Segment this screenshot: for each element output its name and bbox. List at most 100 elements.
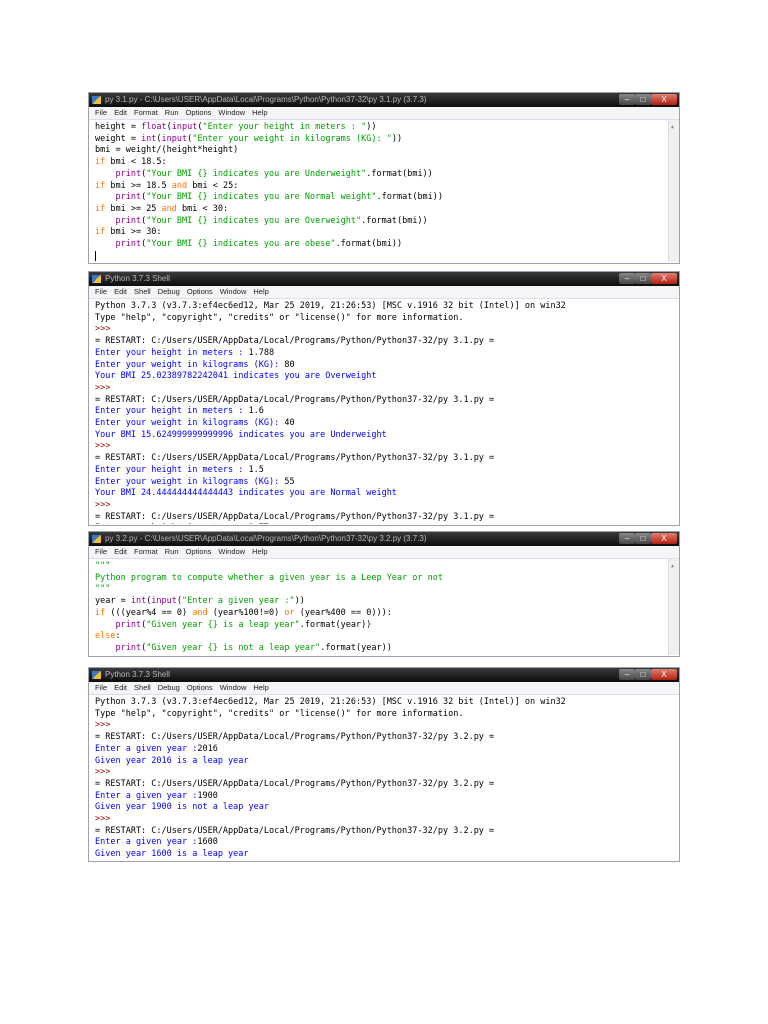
title-bar[interactable]: Python 3.7.3 Shell – □ X [89,668,679,682]
token: >>> [95,324,116,335]
menu-run[interactable]: Run [165,108,179,117]
close-button[interactable]: X [651,533,677,544]
menu-edit[interactable]: Edit [114,108,127,117]
token: Type "help", "copyright", "credits" or "… [95,708,464,719]
editor-window-bmi: py 3.1.py - C:\Users\USER\AppData\Local\… [88,92,680,264]
menu-edit[interactable]: Edit [114,547,127,556]
menu-file[interactable]: File [95,683,107,692]
shell-line: Given year 2016 is a leap year [95,756,679,768]
close-button[interactable]: X [651,94,677,105]
shell-line: Enter your height in meters : 1.6 [95,406,679,418]
token: else [95,631,116,642]
menu-window[interactable]: Window [220,287,247,296]
menu-help[interactable]: Help [253,683,268,692]
token: Enter your weight in kilograms (KG): [95,476,285,487]
code-line: """ [95,561,679,573]
shell-output[interactable]: Python 3.7.3 (v3.7.3:ef4ec6ed12, Mar 25 … [89,695,679,860]
menu-edit[interactable]: Edit [114,287,127,296]
shell-line: >>> [95,814,679,826]
menu-debug[interactable]: Debug [158,287,180,296]
menu-options[interactable]: Options [186,108,212,117]
token: bmi < 18.5: [105,157,167,168]
code-line: print("Your BMI {} indicates you are Und… [95,169,679,181]
python-idle-icon [92,275,101,283]
menu-shell[interactable]: Shell [134,683,151,692]
maximize-button[interactable]: □ [635,94,651,105]
shell-line: Your BMI 24.444444444444443 indicates yo… [95,488,679,500]
close-button[interactable]: X [651,669,677,680]
token: bmi < 25: [187,180,239,191]
menu-debug[interactable]: Debug [158,683,180,692]
maximize-button[interactable]: □ [635,669,651,680]
menu-help[interactable]: Help [252,108,267,117]
menu-window[interactable]: Window [220,683,247,692]
menu-format[interactable]: Format [134,108,158,117]
token: print [115,642,142,653]
token: print [115,239,142,250]
minimize-button[interactable]: – [619,273,635,284]
shell-line: = RESTART: C:/Users/USER/AppData/Local/P… [95,395,679,407]
title-bar[interactable]: py 3.2.py - C:\Users\USER\AppData\Local\… [89,532,679,546]
menu-options[interactable]: Options [186,547,212,556]
shell-line: >>> [95,441,679,453]
token: int [141,133,157,144]
close-button[interactable]: X [651,273,677,284]
menu-help[interactable]: Help [252,547,267,556]
token: >>> [95,767,116,778]
token: Your BMI 24.444444444444443 indicates yo… [95,488,397,499]
token: .format(bmi)) [361,215,428,226]
token: and [171,180,188,191]
token: Enter a given year : [95,790,198,801]
token: 2016 [197,743,218,754]
token: : [115,631,121,642]
title-bar[interactable]: Python 3.7.3 Shell – □ X [89,272,679,286]
vertical-scrollbar[interactable] [668,120,679,262]
window-title: py 3.1.py - C:\Users\USER\AppData\Local\… [105,95,427,104]
token: "Enter your height in meters : " [202,122,367,132]
shell-window-leap-year: Python 3.7.3 Shell – □ X File Edit Shell Deb… [88,667,680,862]
token: 40 [284,418,295,429]
vertical-scrollbar[interactable] [668,559,679,655]
menu-window[interactable]: Window [218,547,245,556]
window-title: py 3.2.py - C:\Users\USER\AppData\Local\… [105,534,427,543]
menu-options[interactable]: Options [187,683,213,692]
window-title: Python 3.7.3 Shell [105,274,170,283]
token: """ [95,561,111,571]
code-editor[interactable]: height = float(input("Enter your height … [89,120,679,262]
code-line: print("Your BMI {} indicates you are obe… [95,239,679,251]
shell-line: >>> [95,767,679,779]
token: if [95,203,106,214]
title-bar[interactable]: py 3.1.py - C:\Users\USER\AppData\Local\… [89,93,679,107]
token: """ [95,584,111,595]
shell-line: Enter your weight in kilograms (KG): 55 [95,477,679,489]
token: (year%400 == 0))): [294,607,392,618]
token: 1900 [197,790,218,801]
token: Enter your height in meters : [95,464,249,475]
shell-output[interactable]: Python 3.7.3 (v3.7.3:ef4ec6ed12, Mar 25 … [89,299,679,524]
token: Given year 2016 is a leap year [95,755,249,766]
token: Enter your height in meters : [95,406,249,417]
minimize-button[interactable]: – [619,533,635,544]
maximize-button[interactable]: □ [635,533,651,544]
menu-window[interactable]: Window [218,108,245,117]
minimize-button[interactable]: – [619,669,635,680]
menu-format[interactable]: Format [134,547,158,556]
menu-file[interactable]: File [95,547,107,556]
minimize-button[interactable]: – [619,94,635,105]
code-line: height = float(input("Enter your height … [95,122,679,134]
menu-edit[interactable]: Edit [114,683,127,692]
menu-options[interactable]: Options [187,287,213,296]
token: Python 3.7.3 (v3.7.3:ef4ec6ed12, Mar 25 … [95,301,566,311]
menu-file[interactable]: File [95,287,107,296]
menu-bar: File Edit Format Run Options Window Help [89,107,679,120]
code-editor[interactable]: """ Python program to compute whether a g… [89,559,679,655]
shell-line: = RESTART: C:/Users/USER/AppData/Local/P… [95,453,679,465]
token: Enter your height in meters : [95,523,249,524]
menu-file[interactable]: File [95,108,107,117]
menu-run[interactable]: Run [165,547,179,556]
menu-shell[interactable]: Shell [134,287,151,296]
menu-help[interactable]: Help [253,287,268,296]
maximize-button[interactable]: □ [635,273,651,284]
python-idle-icon [92,535,101,543]
